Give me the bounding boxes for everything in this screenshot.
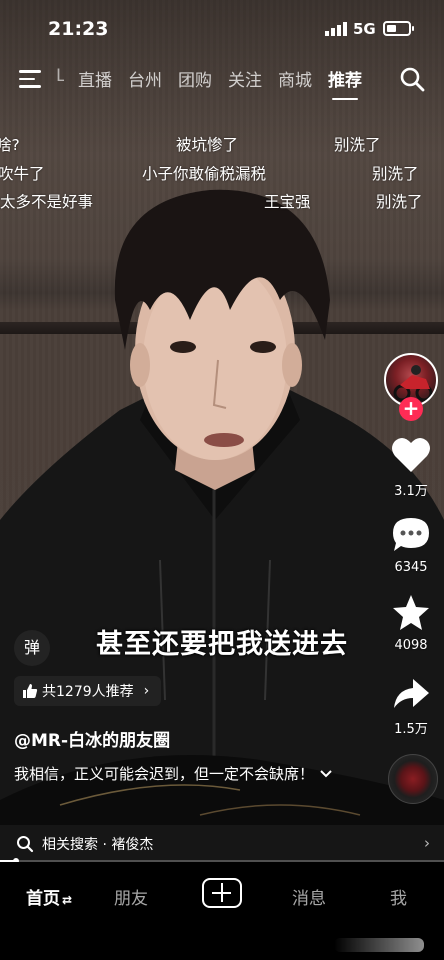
danmaku-comment: 被坑惨了 [176,136,239,154]
related-search-label: 相关搜索 · 褚俊杰 [42,836,154,853]
recommend-pill[interactable]: 共1279人推荐 › [14,676,162,706]
share-icon [394,679,429,708]
tab-me[interactable]: 我 [390,884,407,909]
comment-icon [393,518,429,551]
search-icon [17,835,34,852]
comment-button[interactable]: 6345 [380,516,442,575]
chevron-down-icon[interactable] [319,769,333,779]
battery-icon [383,21,414,36]
danmaku-comment: 小子你敢偷税漏税 [142,165,267,183]
menu-icon[interactable] [19,69,43,89]
danmaku-comment: 别洗了 [372,165,419,183]
share-count: 1.5万 [394,722,428,737]
top-nav: L 直播 台州 团购 关注 商城 推荐 [0,60,444,100]
heart-icon [392,437,430,472]
tab-group-buy[interactable]: 团购 [178,66,212,91]
tab-home-label: 首页 [26,889,60,909]
danmaku-comment: 吹牛了 [0,165,45,183]
swap-icon: ⇄ [62,893,73,907]
chevron-right-icon: › [424,834,430,852]
tab-mall[interactable]: 商城 [278,66,312,91]
danmaku-comment: 别洗了 [376,193,423,211]
related-search-bar[interactable]: 相关搜索 · 褚俊杰 › [0,825,444,862]
tab-partial[interactable]: L [56,66,64,91]
like-count: 3.1万 [394,484,428,499]
status-time: 21:23 [48,18,109,40]
danmaku-comment: 别洗了 [334,136,381,154]
chevron-right-icon: › [143,683,150,699]
watermark [334,938,424,952]
description-text: 我相信，正义可能会迟到，但一定不会缺席！ [14,765,315,783]
network-type: 5G [353,20,376,38]
danmaku-comment: 啥? [0,136,20,154]
thumb-up-icon [23,684,38,698]
music-disc[interactable] [388,754,438,804]
danmaku-toggle-button[interactable]: 弹 [14,630,50,666]
search-icon[interactable] [399,66,425,92]
danmaku-comment: 太多不是好事 [0,193,94,211]
status-bar: 21:23 5G [0,0,444,58]
tab-local[interactable]: 台州 [128,66,162,91]
create-plus-button[interactable] [202,878,242,908]
tab-following[interactable]: 关注 [228,66,262,91]
danmaku-comment: 王宝强 [264,193,311,211]
tab-live[interactable]: 直播 [78,66,112,91]
comment-count: 6345 [394,560,428,575]
video-description[interactable]: 我相信，正义可能会迟到，但一定不会缺席！ [14,763,372,786]
follow-button[interactable]: + [399,397,423,421]
signal-icon [325,22,347,36]
tab-friends[interactable]: 朋友 [114,884,148,909]
share-button[interactable]: 1.5万 [380,676,442,737]
tab-messages[interactable]: 消息 [292,884,326,909]
video-subtitle: 甚至还要把我送进去 [96,629,348,660]
creator-avatar[interactable]: + [384,353,438,421]
top-tabs: L 直播 台州 团购 关注 商城 推荐 [56,66,378,100]
tab-home[interactable]: 首页 ⇄ [26,884,72,909]
author-name[interactable]: @MR-白冰的朋友圈 [14,726,170,751]
recommend-label: 共1279人推荐 [42,684,134,700]
like-button[interactable]: 3.1万 [380,436,442,499]
tab-recommend[interactable]: 推荐 [328,66,362,100]
